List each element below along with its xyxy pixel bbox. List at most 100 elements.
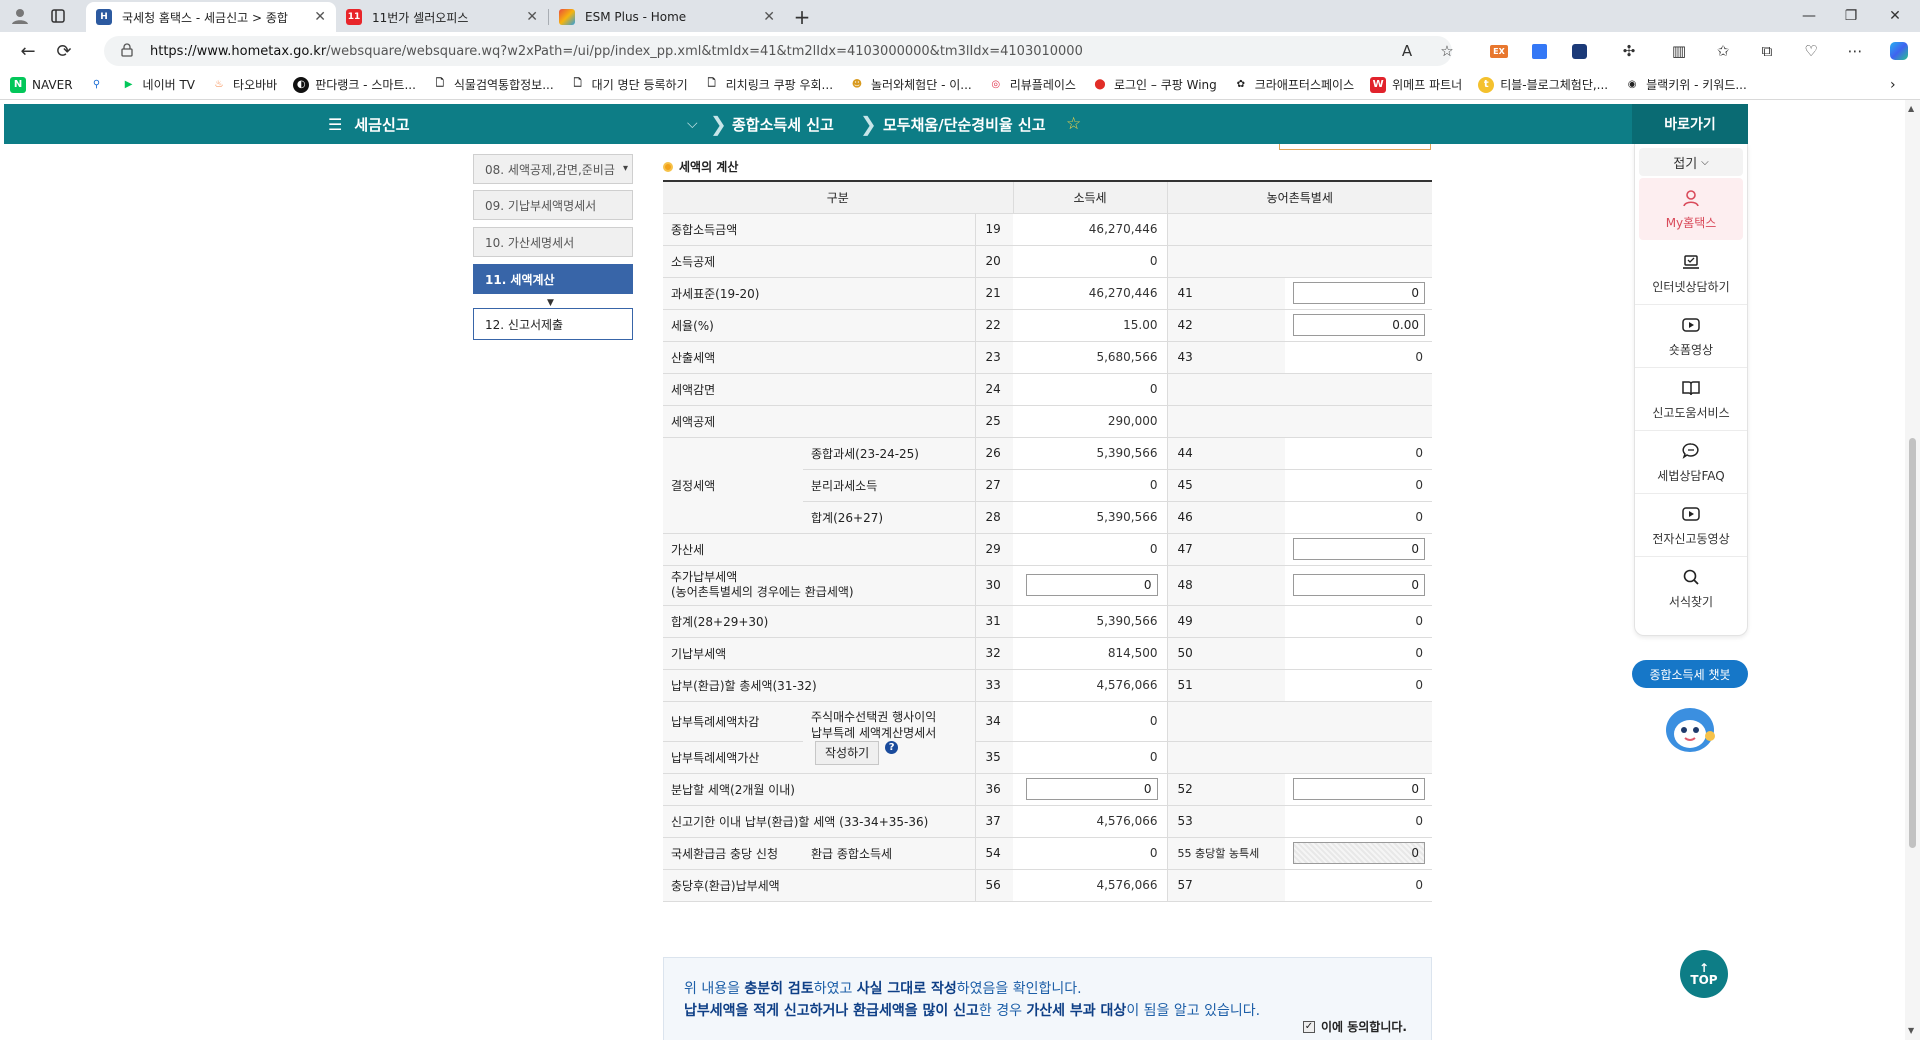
minimize-icon[interactable]: — (1786, 0, 1832, 32)
form-search-link[interactable]: 서식찾기 (1635, 557, 1747, 620)
hometax-favicon-icon: H (96, 9, 112, 25)
refund-offset-input (1293, 842, 1426, 864)
restore-icon[interactable]: ❐ (1828, 0, 1874, 32)
stock-option-note: 주식매수선택권 행사이익 납부특례 세액계산명세서 작성하기? (803, 701, 975, 774)
chatbot-mascot-icon[interactable] (1660, 700, 1720, 756)
close-tab-icon[interactable]: ✕ (314, 9, 326, 25)
tab-11st[interactable]: 11 11번가 셀러오피스 ✕ (336, 2, 548, 32)
breadcrumb-simple-report[interactable]: 모두채움/단순경비율 신고 (883, 104, 1046, 144)
bookmark-afterspace[interactable]: ✿ 크라애프터스페이스 (1233, 76, 1355, 93)
header-rural-tax: 농어촌특별세 (1167, 180, 1433, 214)
shortform-video-link[interactable]: 숏폼영상 (1635, 305, 1747, 368)
extensions-puzzle-icon[interactable]: ✣ (1614, 38, 1644, 64)
table-row: 가산세 29 0 47 (663, 533, 1433, 566)
favorite-star-icon[interactable]: ☆ (1066, 104, 1081, 144)
scroll-top-button[interactable]: ↑ TOP (1680, 950, 1728, 998)
bookmark-taobaba[interactable]: ♨ 타오바바 (211, 76, 278, 93)
report-help-link[interactable]: 신고도움서비스 (1635, 368, 1747, 431)
rural-penalty-input[interactable] (1293, 538, 1426, 560)
step-08[interactable]: 08. 세액공제,감면,준비금 ▾ (473, 154, 633, 184)
new-tab-icon[interactable]: + (785, 2, 819, 32)
tax-menu-button[interactable]: ☰ 세금신고 (328, 104, 410, 144)
tab-esm[interactable]: ESM Plus - Home ✕ (549, 2, 785, 32)
bookmark-search[interactable]: ⚲ (89, 77, 111, 93)
chatbot-button[interactable]: 종합소득세 챗봇 (1632, 660, 1748, 688)
step-11[interactable]: 11. 세액계산 (473, 264, 633, 294)
my-hometax-link[interactable]: My홈택스 (1639, 178, 1743, 240)
table-row: 충당후(환급)납부세액 56 4,576,066 57 0 (663, 869, 1433, 902)
extension-ex-icon[interactable]: EX (1484, 38, 1514, 64)
internet-consult-link[interactable]: 인터넷상담하기 (1635, 242, 1747, 305)
bookmark-coupangwing[interactable]: ⬤ 로그인 – 쿠팡 Wing (1092, 76, 1216, 93)
favorite-star-icon[interactable]: ☆ (1432, 38, 1462, 64)
rural-installment-input[interactable] (1293, 778, 1426, 800)
agree-checkbox[interactable]: ✓ 이에 동의합니다. (1302, 1016, 1407, 1038)
extension-wave-icon[interactable] (1564, 38, 1594, 64)
bookmark-navertv[interactable]: ▶ 네이버 TV (121, 76, 195, 93)
bookmark-naver[interactable]: N NAVER (10, 76, 73, 93)
step-arrow-icon: ▼ (547, 298, 554, 308)
bookmark-wemakeprice[interactable]: W 위메프 파트너 (1370, 76, 1462, 93)
bookmark-richlink[interactable]: 🗋 리치링크 쿠팡 우회... (704, 76, 833, 93)
close-window-icon[interactable]: ✕ (1872, 0, 1918, 32)
table-row: 세액감면 24 0 (663, 373, 1433, 406)
bookmarks-more-icon[interactable]: › (1890, 77, 1896, 93)
page-info-icon[interactable] (120, 43, 134, 57)
bookmark-reviewplace[interactable]: ◎ 리뷰플레이스 (988, 76, 1076, 93)
scroll-down-icon[interactable]: ▼ (1908, 1026, 1914, 1035)
tab-hometax[interactable]: H 국세청 홈택스 - 세금신고 > 종합 ✕ (86, 2, 336, 32)
chevron-down-icon: ⌵ (1701, 156, 1709, 168)
read-aloud-icon[interactable]: A (1392, 38, 1422, 64)
bookmark-pandarank[interactable]: ◐ 판다랭크 - 스마트... (293, 76, 416, 93)
scroll-up-icon[interactable]: ▲ (1908, 104, 1914, 113)
page-icon: 🗋 (573, 78, 582, 89)
bookmark-tible[interactable]: t 티블-블로그체험단,... (1478, 76, 1608, 93)
help-icon[interactable]: ? (885, 741, 899, 754)
rural-tax-rate-input[interactable] (1293, 314, 1426, 336)
rural-tax-base-input[interactable] (1293, 282, 1426, 304)
e-filing-video-link[interactable]: 전자신고동영상 (1635, 494, 1747, 557)
esm-favicon-icon (559, 9, 575, 25)
table-row: 과세표준(19-20) 21 46,270,446 41 (663, 277, 1433, 310)
fold-button[interactable]: 접기 ⌵ (1639, 148, 1743, 176)
scrollbar-thumb[interactable] (1909, 438, 1916, 848)
tax-faq-link[interactable]: 세법상담FAQ (1635, 431, 1747, 494)
collections-icon[interactable]: ⧉ (1752, 38, 1782, 64)
refresh-icon[interactable]: ⟳ (46, 35, 82, 67)
table-row: 세율(%) 22 15.00 42 (663, 309, 1433, 342)
reviewplace-icon: ◎ (991, 79, 1001, 90)
dropdown-chevron-icon[interactable]: ⌵ (687, 104, 698, 144)
bookmark-blackkiwi[interactable]: ◉ 블랙키위 - 키워드... (1624, 76, 1747, 93)
table-row: 추가납부세액(농어촌특별세의 경우에는 환급세액) 30 48 (663, 565, 1433, 606)
rural-additional-tax-input[interactable] (1293, 574, 1426, 596)
installment-tax-input[interactable] (1025, 778, 1158, 800)
split-screen-icon[interactable]: ▥ (1664, 38, 1694, 64)
bookmark-plant[interactable]: 🗋 식물검역통합정보... (432, 76, 554, 93)
additional-tax-input[interactable] (1025, 574, 1158, 596)
profile-icon[interactable] (0, 0, 40, 32)
top-navigation: ☰ 세금신고 ⌵ ❯ 종합소득세 신고 ❯ 모두채움/단순경비율 신고 ☆ (4, 104, 1652, 144)
hamburger-icon: ☰ (328, 114, 343, 134)
url-field[interactable]: https://www.hometax.go.kr/websquare/webs… (104, 36, 1452, 66)
write-statement-button[interactable]: 작성하기 (815, 741, 880, 765)
bookmark-nolleowa[interactable]: ☻ 놀러와체험단 - 이... (849, 76, 972, 93)
breadcrumb-income-tax[interactable]: 종합소득세 신고 (732, 104, 834, 144)
close-tab-icon[interactable]: ✕ (763, 9, 775, 25)
bookmark-waitlist[interactable]: 🗋 대기 명단 등록하기 (570, 76, 688, 93)
copilot-icon[interactable] (1884, 38, 1914, 64)
blackkiwi-icon: ◉ (1627, 79, 1637, 90)
back-icon[interactable]: ← (10, 35, 46, 67)
tab-actions-icon[interactable] (40, 0, 76, 32)
more-menu-icon[interactable]: ⋯ (1840, 38, 1870, 64)
favorites-icon[interactable]: ✩ (1708, 38, 1738, 64)
step-10[interactable]: 10. 가산세명세서 (473, 227, 633, 257)
page-scrollbar[interactable]: ▲ ▼ (1905, 100, 1920, 1040)
laptop-chat-icon (1683, 254, 1699, 269)
search-icon (1683, 569, 1699, 585)
table-row: 분납할 세액(2개월 이내) 36 52 (663, 773, 1433, 806)
close-tab-icon[interactable]: ✕ (526, 9, 538, 25)
step-12[interactable]: 12. 신고서제출 (473, 308, 633, 340)
browser-essentials-icon[interactable]: ♡ (1796, 38, 1826, 64)
step-09[interactable]: 09. 기납부세액명세서 (473, 190, 633, 220)
extension-blue-icon[interactable] (1524, 38, 1554, 64)
